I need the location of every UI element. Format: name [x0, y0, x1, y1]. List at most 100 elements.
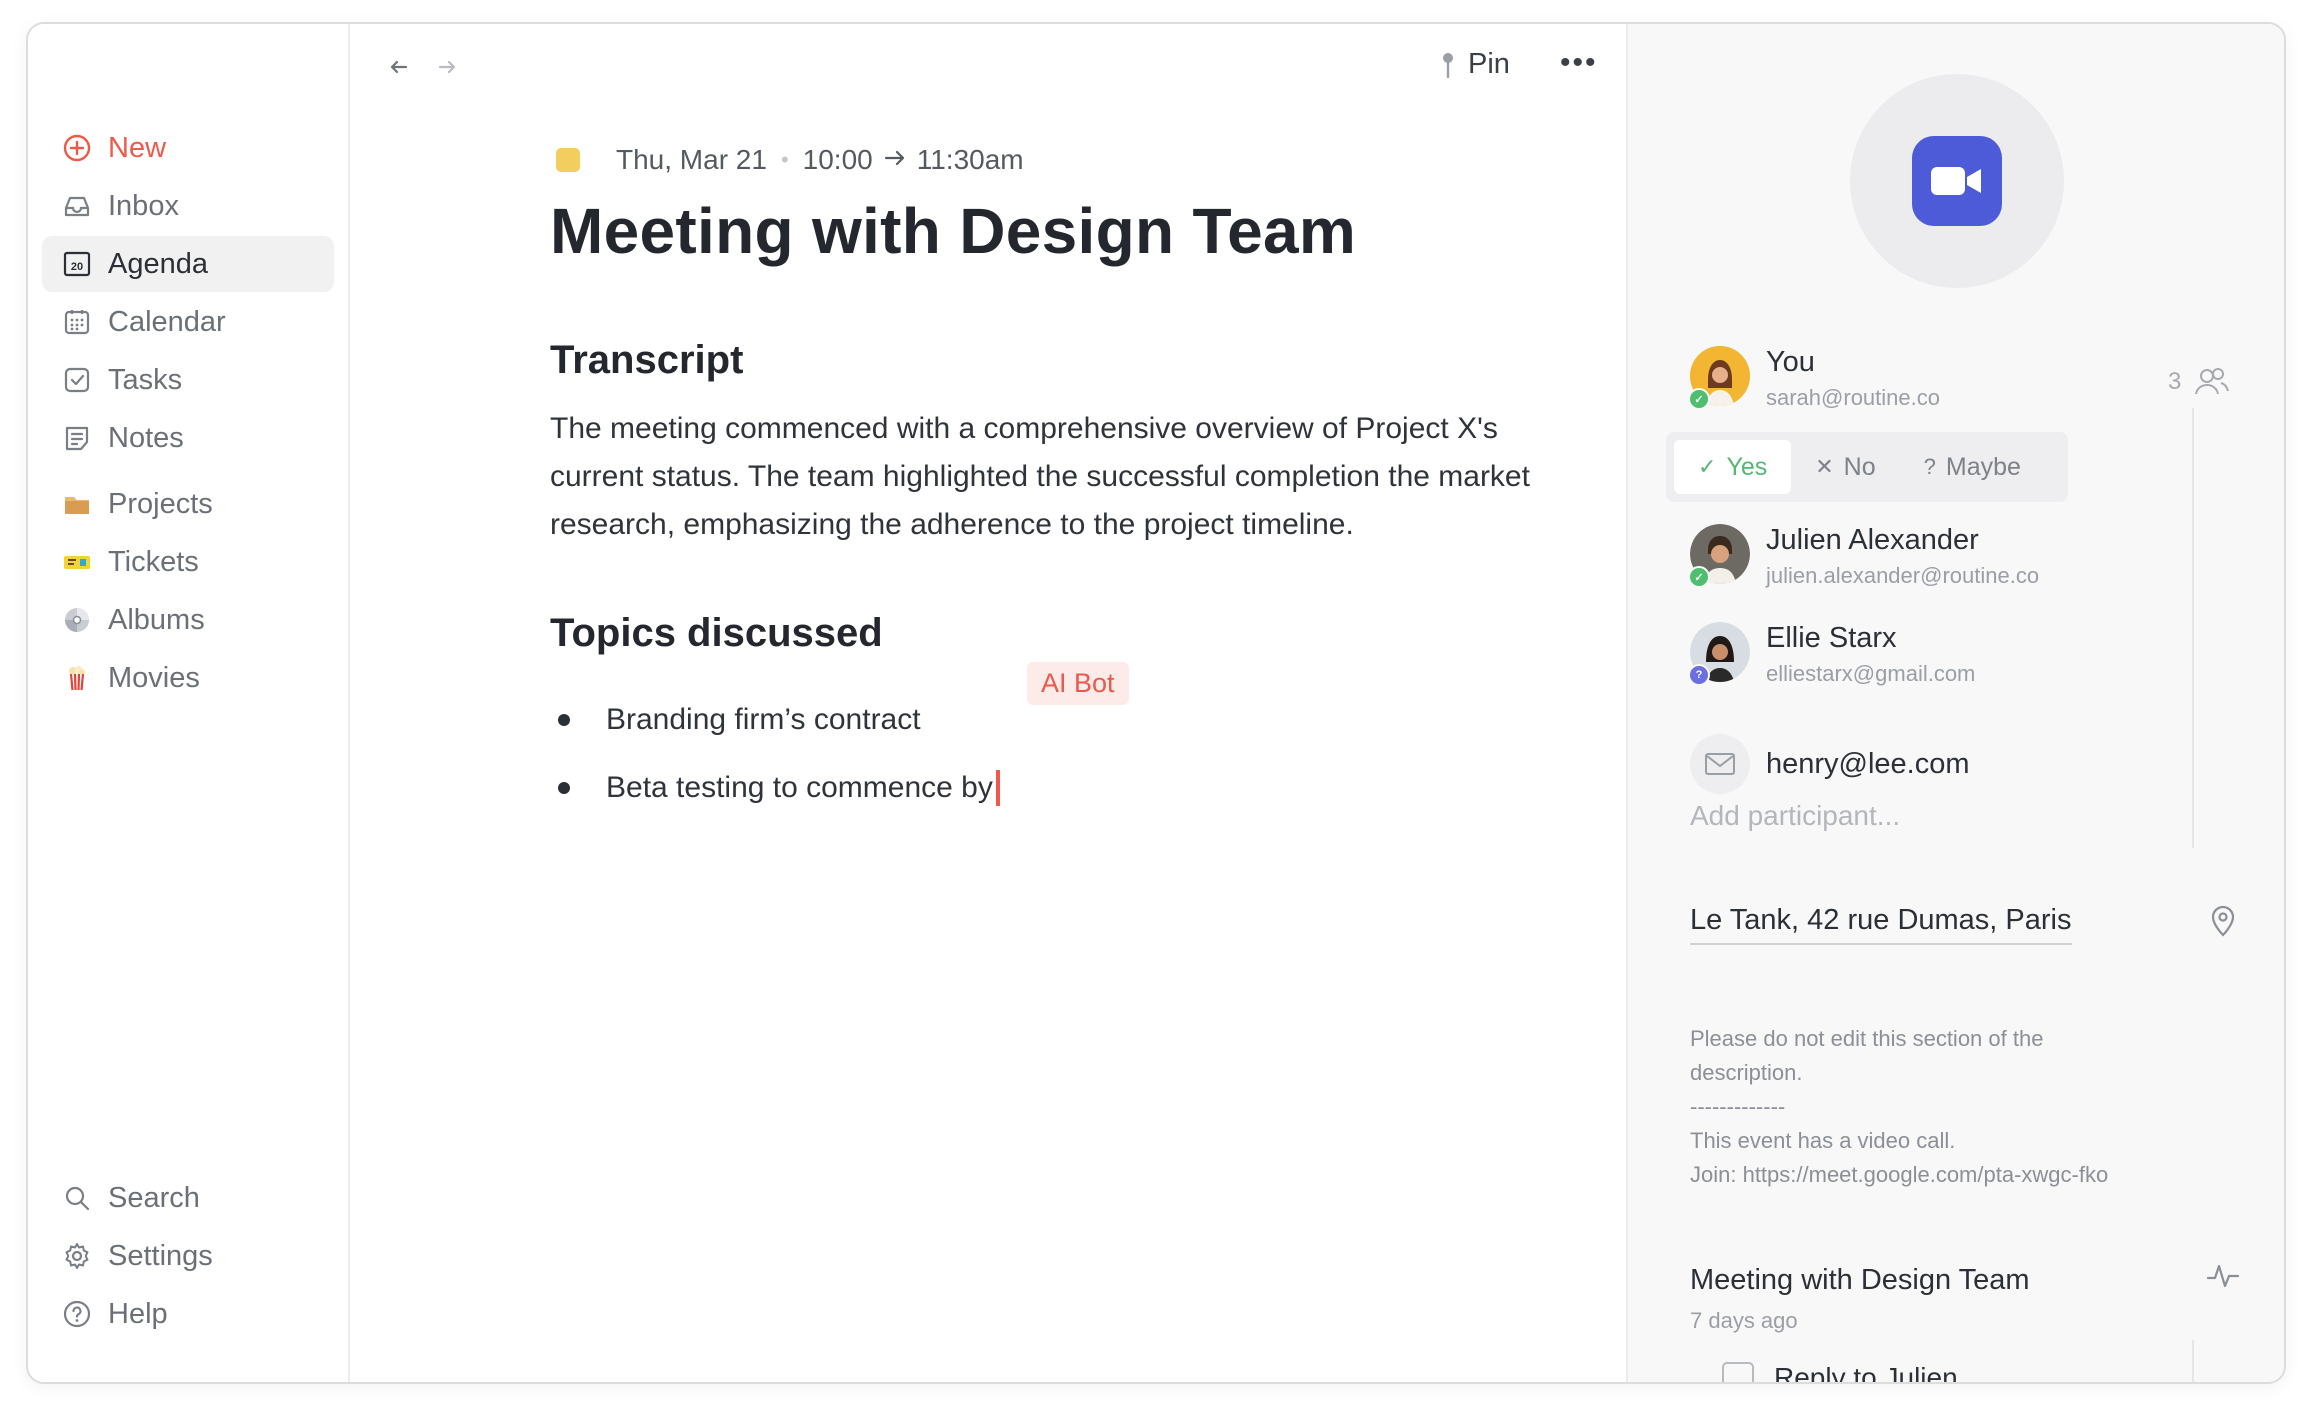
popcorn-icon	[60, 661, 94, 695]
participant-name: Julien Alexander	[1766, 524, 1979, 556]
sidebar-item-label: Albums	[108, 603, 205, 636]
event-content: Thu, Mar 21 • 10:00 11:30am Meeting with…	[550, 144, 1560, 822]
forward-arrow-icon[interactable]	[434, 54, 460, 87]
transcript-heading: Transcript	[550, 338, 744, 382]
sidebar-item-calendar[interactable]: Calendar	[42, 294, 334, 350]
participant-count[interactable]: 3	[2168, 366, 2231, 398]
sidebar: New Inbox 20 Agenda Calendar Tasks Notes…	[28, 24, 350, 1382]
main-pane: Pin ••• Thu, Mar 21 • 10:00 11:30am Meet…	[350, 24, 1624, 1382]
separator-dot: •	[780, 147, 789, 172]
sidebar-item-projects[interactable]: Projects	[42, 476, 334, 532]
related-divider	[2192, 1340, 2194, 1382]
event-color-swatch[interactable]	[556, 148, 580, 172]
app-window: New Inbox 20 Agenda Calendar Tasks Notes…	[26, 22, 2286, 1384]
sidebar-item-label: New	[108, 131, 167, 164]
participant-name: Ellie Starx	[1766, 622, 1897, 654]
related-meeting-title[interactable]: Meeting with Design Team	[1690, 1264, 2030, 1297]
text-cursor	[995, 770, 1000, 806]
location-field[interactable]: Le Tank, 42 rue Dumas, Paris	[1690, 904, 2072, 945]
bullet-dot	[558, 714, 570, 726]
rsvp-maybe-label: Maybe	[1945, 452, 2021, 481]
participant-ellie[interactable]: ? Ellie Starx elliestarx@gmail.com	[1688, 622, 1976, 687]
event-end-time[interactable]: 11:30am	[917, 144, 1024, 176]
sidebar-divider	[42, 468, 334, 476]
topic-text: Branding firm’s contract	[606, 703, 921, 736]
participants-divider	[2192, 408, 2194, 848]
list-item[interactable]: Branding firm’s contract AI Bot	[550, 662, 1560, 754]
pin-button[interactable]: Pin	[1438, 48, 1510, 81]
activity-icon[interactable]	[2206, 1262, 2240, 1295]
related-todo[interactable]: Reply to Julien	[1722, 1362, 1958, 1384]
sidebar-item-label: Movies	[108, 661, 200, 694]
add-participant-input[interactable]: Add participant...	[1690, 800, 1900, 832]
participant-name: henry@lee.com	[1766, 747, 1970, 780]
question-icon: ?	[1923, 454, 1936, 479]
details-panel: 3 ✓ You sarah@routine.co ✓ Yes ✕ No ? Maybe	[1626, 24, 2284, 1384]
people-icon	[2195, 368, 2230, 395]
sidebar-bottom-nav: Search Settings Help	[42, 1170, 334, 1344]
event-description[interactable]: Please do not edit this section of the d…	[1690, 1022, 2130, 1192]
search-icon	[60, 1181, 94, 1215]
sidebar-item-tasks[interactable]: Tasks	[42, 352, 334, 408]
topic-text: Beta testing to commence by	[606, 771, 993, 804]
sidebar-item-notes[interactable]: Notes	[42, 410, 334, 466]
list-item[interactable]: Beta testing to commence by	[550, 754, 1560, 822]
back-arrow-icon[interactable]	[386, 54, 412, 87]
sidebar-item-label: Search	[108, 1181, 200, 1214]
rsvp-selector: ✓ Yes ✕ No ? Maybe	[1666, 432, 2068, 502]
participant-you[interactable]: ✓ You sarah@routine.co	[1688, 346, 1940, 411]
location-pin-icon[interactable]	[2208, 904, 2238, 943]
maybe-question-icon: ?	[1688, 664, 1710, 686]
sidebar-item-inbox[interactable]: Inbox	[42, 178, 334, 234]
description-line: This event has a video call.	[1690, 1128, 1956, 1153]
arrow-right-icon	[883, 144, 907, 176]
topics-heading: Topics discussed	[550, 611, 883, 655]
sidebar-item-label: Help	[108, 1297, 168, 1330]
participant-julien[interactable]: ✓ Julien Alexander julien.alexander@rout…	[1688, 524, 2039, 589]
video-call-button[interactable]	[1912, 136, 2002, 226]
sidebar-item-albums[interactable]: Albums	[42, 592, 334, 648]
sidebar-item-agenda[interactable]: 20 Agenda	[42, 236, 334, 292]
x-icon: ✕	[1815, 454, 1834, 479]
participant-count-value: 3	[2168, 368, 2182, 395]
sidebar-item-tickets[interactable]: Tickets	[42, 534, 334, 590]
rsvp-no-button[interactable]: ✕ No	[1791, 440, 1899, 494]
todo-label: Reply to Julien	[1774, 1362, 1958, 1384]
sidebar-item-label: Projects	[108, 487, 213, 520]
participant-henry[interactable]: henry@lee.com	[1690, 734, 1970, 794]
task-check-icon	[60, 363, 94, 397]
help-icon	[60, 1297, 94, 1331]
video-camera-icon	[1931, 167, 1981, 195]
notes-icon	[60, 421, 94, 455]
participant-name: You	[1766, 346, 1815, 378]
sidebar-item-movies[interactable]: Movies	[42, 650, 334, 706]
event-start-time[interactable]: 10:00	[803, 144, 873, 176]
history-nav	[386, 54, 460, 87]
participant-email: elliestarx@gmail.com	[1766, 661, 1976, 686]
rsvp-no-label: No	[1843, 452, 1876, 481]
sidebar-item-new[interactable]: New	[42, 120, 334, 176]
accepted-check-icon: ✓	[1688, 566, 1710, 588]
rsvp-maybe-button[interactable]: ? Maybe	[1900, 440, 2045, 494]
ai-bot-cursor-label: AI Bot	[1027, 662, 1129, 705]
sidebar-item-settings[interactable]: Settings	[42, 1228, 334, 1284]
video-call-area	[1850, 74, 2064, 288]
sidebar-item-search[interactable]: Search	[42, 1170, 334, 1226]
todo-checkbox[interactable]	[1722, 1362, 1754, 1382]
sidebar-item-help[interactable]: Help	[42, 1286, 334, 1342]
transcript-text[interactable]: The meeting commenced with a comprehensi…	[550, 405, 1560, 549]
topics-list: Branding firm’s contract AI Bot Beta tes…	[550, 662, 1560, 822]
avatar: ✓	[1688, 346, 1750, 410]
sidebar-item-label: Tickets	[108, 545, 199, 578]
rsvp-yes-label: Yes	[1726, 452, 1768, 481]
more-options-button[interactable]: •••	[1560, 46, 1598, 80]
inbox-icon	[60, 189, 94, 223]
rsvp-yes-button[interactable]: ✓ Yes	[1674, 440, 1792, 494]
event-date[interactable]: Thu, Mar 21	[616, 144, 767, 176]
bullet-dot	[558, 782, 570, 794]
avatar: ✓	[1688, 524, 1750, 588]
folder-icon	[60, 487, 94, 521]
sidebar-item-label: Calendar	[108, 305, 226, 338]
sidebar-nav: New Inbox 20 Agenda Calendar Tasks Notes…	[42, 120, 334, 708]
event-title[interactable]: Meeting with Design Team	[550, 194, 1560, 268]
